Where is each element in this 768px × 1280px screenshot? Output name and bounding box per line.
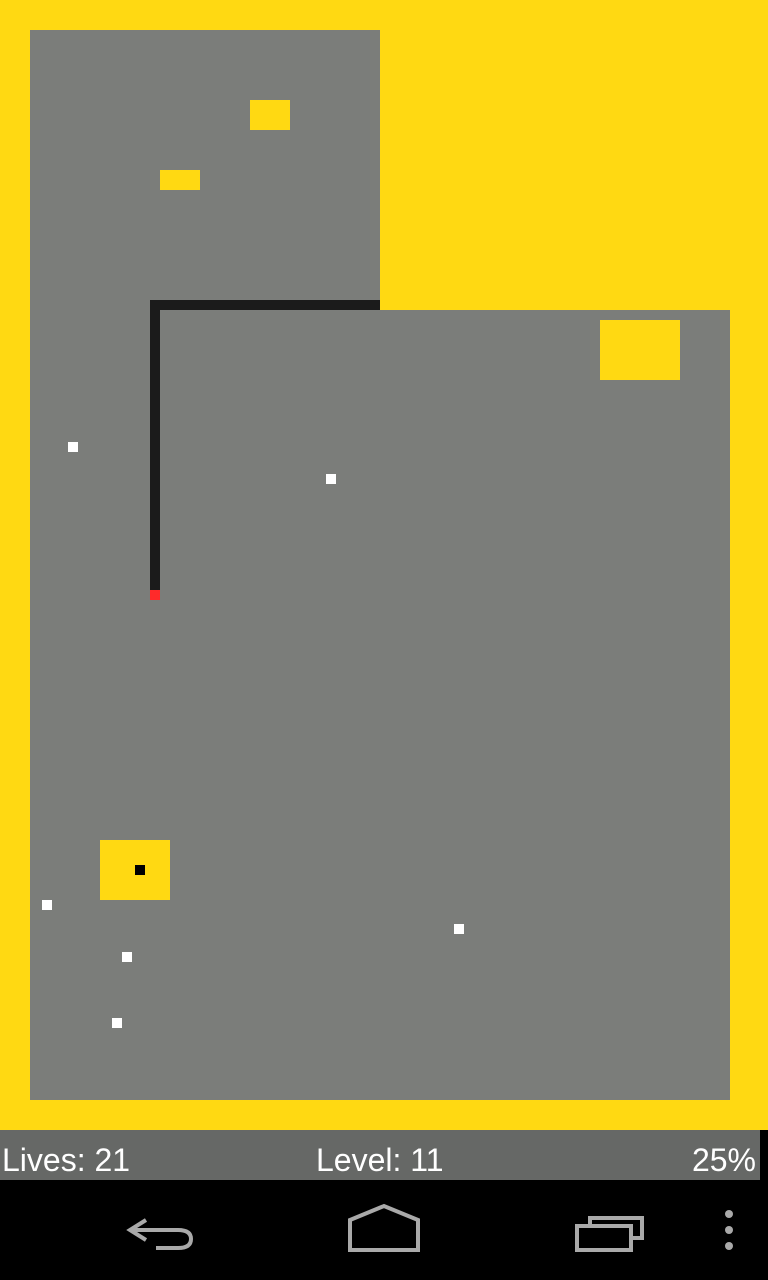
back-arrow-icon[interactable]: [116, 1190, 206, 1270]
claimed-percent: 25%: [691, 1142, 756, 1178]
ball: [42, 900, 52, 910]
ball: [122, 952, 132, 962]
player-trail-horizontal: [150, 300, 380, 310]
unclaimed-area-main: [30, 310, 730, 1100]
recent-apps-icon[interactable]: [566, 1190, 656, 1270]
ball: [112, 1018, 122, 1028]
ball: [68, 442, 78, 452]
land-enemy: [135, 865, 145, 875]
home-icon[interactable]: [340, 1190, 430, 1270]
unclaimed-area-upper: [30, 30, 380, 310]
game-board[interactable]: [0, 0, 768, 1130]
level-indicator: Level: 11: [316, 1142, 444, 1178]
claimed-block: [600, 320, 680, 380]
player-trail-vertical: [150, 300, 160, 590]
ball: [454, 924, 464, 934]
claimed-block: [160, 170, 200, 190]
ball: [326, 474, 336, 484]
player-cursor: [150, 590, 160, 600]
lives-counter: Lives: 21: [2, 1142, 131, 1178]
status-bar: Lives: 21 Level: 11 25%: [0, 1130, 760, 1180]
overflow-menu-icon[interactable]: [712, 1190, 746, 1270]
navigation-bar: [0, 1180, 768, 1280]
claimed-block: [250, 100, 290, 130]
